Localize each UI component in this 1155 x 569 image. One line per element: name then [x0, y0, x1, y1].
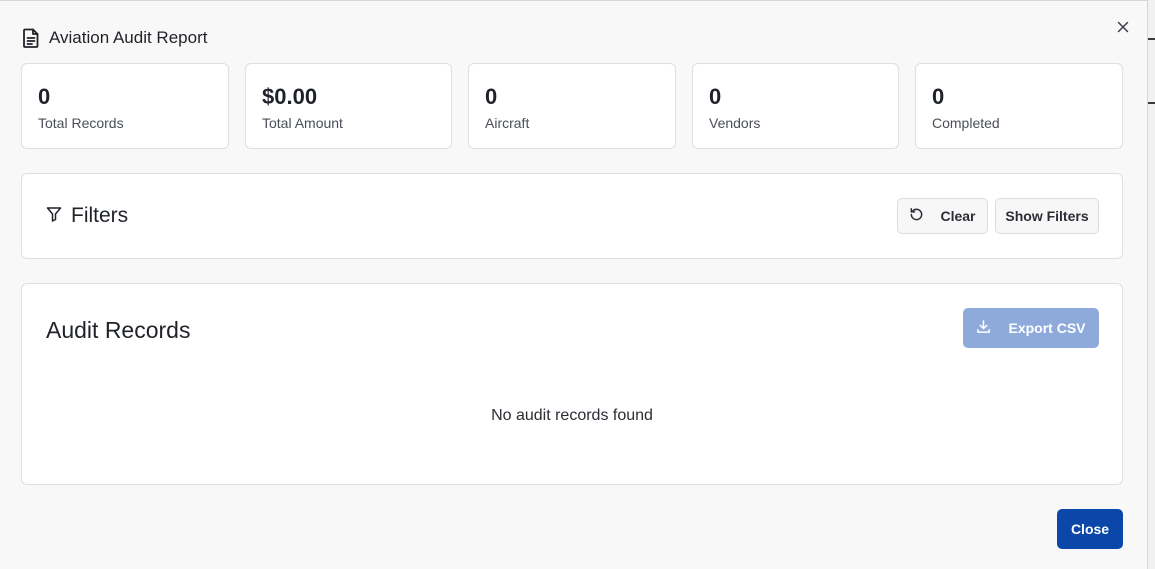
close-button[interactable]: Close	[1057, 509, 1123, 549]
background-divider	[1148, 102, 1155, 104]
clear-filters-button[interactable]: Clear	[897, 198, 988, 234]
stat-value: $0.00	[262, 84, 318, 109]
dialog-header: Aviation Audit Report	[22, 27, 207, 49]
background-divider	[1148, 38, 1155, 40]
filters-panel: Filters Clear Show Filters	[21, 173, 1123, 259]
stat-value: 0	[709, 84, 722, 109]
audit-report-dialog: Aviation Audit Report 0 Total Records $0…	[0, 0, 1148, 569]
stat-card-completed: 0 Completed	[915, 63, 1123, 149]
stat-label: Completed	[932, 115, 1000, 131]
filters-heading: Filters	[46, 204, 128, 228]
stat-value: 0	[485, 84, 498, 109]
export-csv-button[interactable]: Export CSV	[963, 308, 1099, 348]
close-icon[interactable]	[1111, 15, 1135, 39]
clear-label: Clear	[940, 208, 976, 224]
dialog-title: Aviation Audit Report	[49, 28, 208, 47]
stat-card-total-amount: $0.00 Total Amount	[245, 63, 452, 149]
audit-records-panel: Audit Records Export CSV No audit record…	[21, 283, 1123, 485]
stat-card-vendors: 0 Vendors	[692, 63, 899, 149]
background-page-edge	[1148, 0, 1155, 569]
show-filters-button[interactable]: Show Filters	[995, 198, 1099, 234]
empty-state-message: No audit records found	[491, 407, 653, 424]
filters-title: Filters	[71, 204, 129, 227]
audit-records-title: Audit Records	[46, 317, 191, 343]
export-label: Export CSV	[1008, 320, 1086, 336]
document-icon	[22, 28, 40, 48]
stat-card-total-records: 0 Total Records	[21, 63, 229, 149]
stat-card-aircraft: 0 Aircraft	[468, 63, 676, 149]
download-icon	[976, 319, 991, 337]
stat-value: 0	[38, 84, 51, 109]
stat-label: Vendors	[709, 115, 761, 131]
stat-label: Total Records	[38, 115, 124, 131]
stat-label: Aircraft	[485, 115, 530, 131]
filter-icon	[46, 204, 62, 228]
stat-value: 0	[932, 84, 945, 109]
stat-label: Total Amount	[262, 115, 343, 131]
reset-icon	[909, 207, 924, 225]
